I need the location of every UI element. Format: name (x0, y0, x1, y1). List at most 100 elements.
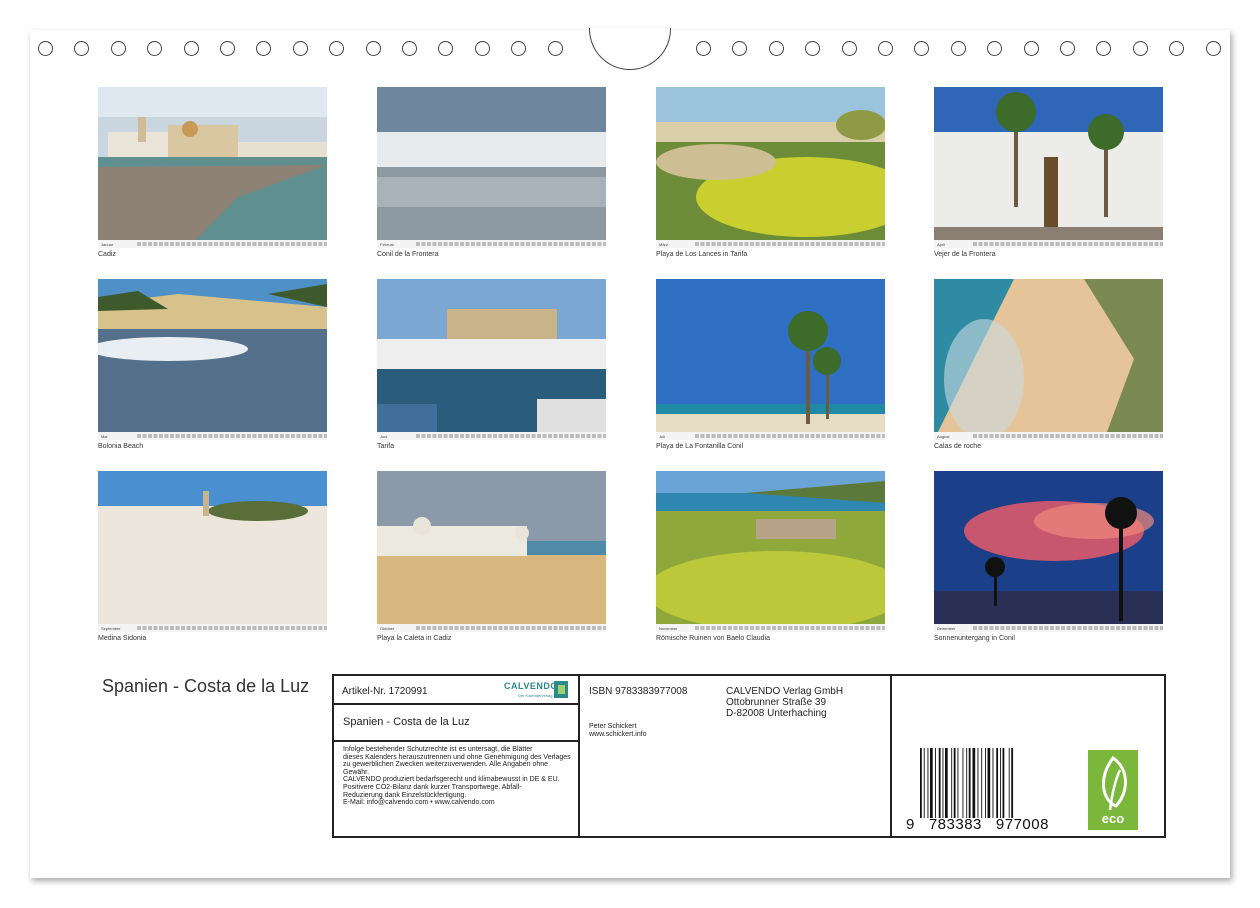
binding-rings (30, 28, 1230, 70)
day-cells (695, 242, 885, 246)
month-name: Dezember (937, 625, 956, 631)
barcode-bar (1008, 748, 1010, 818)
photo-caleta: Oktober (377, 471, 606, 632)
photo-image (656, 471, 885, 632)
photo-caption: Sonnenuntergang in Conil (934, 635, 1015, 642)
publisher-line: CALVENDO Verlag GmbH (726, 686, 844, 697)
barcode-bar (938, 748, 941, 818)
month-strip: Mai (98, 432, 327, 440)
photo-caption: Bolonia Beach (98, 443, 144, 450)
photo-caption: Conil de la Frontera (377, 251, 439, 258)
binding-ring (878, 41, 893, 56)
author-url: www.schickert.info (589, 731, 647, 738)
month-strip: November (656, 624, 885, 632)
month-name: November (659, 625, 678, 631)
month-strip: Februar (377, 240, 606, 248)
barcode-bar (972, 748, 976, 818)
binding-ring (768, 41, 784, 56)
binding-ring (732, 41, 748, 56)
day-cells (137, 434, 327, 438)
calvendo-logo-mark (554, 681, 568, 698)
photo-caption: Playa la Caleta in Cadiz (377, 635, 452, 642)
photo-white-town: September (98, 471, 327, 632)
month-name: Mai (101, 433, 108, 439)
binding-ring (1205, 41, 1221, 56)
product-title: Spanien - Costa de la Luz (343, 716, 470, 728)
day-cells (973, 242, 1163, 246)
publisher-line: Ottobrunner Straße 39 (726, 697, 827, 708)
photo-image (656, 279, 885, 440)
month-name: August (937, 433, 950, 439)
calvendo-logo-sub: Der Kalenderverlag (518, 693, 553, 698)
barcode-bar (923, 748, 925, 818)
legal-line: zu gewerblichen Zwecken weiterzuverwende… (343, 761, 549, 769)
month-name: September (101, 625, 121, 631)
author-name: Peter Schickert (589, 723, 637, 730)
photo-image (934, 471, 1163, 632)
month-name: Januar (101, 241, 114, 247)
binding-ring (38, 41, 53, 56)
month-name: März (659, 241, 668, 247)
barcode-bar (977, 748, 979, 818)
month-strip: Juli (656, 432, 885, 440)
month-strip: September (98, 624, 327, 632)
day-cells (416, 434, 606, 438)
photo-dunes-flowers: März (656, 87, 885, 248)
photo-image (377, 87, 606, 248)
month-strip: August (934, 432, 1163, 440)
info-column-product: Artikel-Nr. 1720991 CALVENDO Der Kalende… (334, 676, 578, 836)
legal-notice: Infolge bestehender Schutzrechte ist es … (343, 746, 575, 807)
day-cells (137, 242, 327, 246)
publisher-address: CALVENDO Verlag GmbH Ottobrunner Straße … (726, 686, 843, 719)
photo-image (934, 279, 1163, 440)
barcode-bar (927, 748, 929, 818)
barcode-bar (942, 748, 944, 818)
binding-ring (183, 41, 199, 56)
photo-caption: Vejer de la Frontera (934, 251, 996, 258)
day-cells (416, 626, 606, 630)
photo-aerial-cove: August (934, 279, 1163, 440)
barcode-bar (992, 748, 994, 818)
legal-line: dieses Kalenders herauszutrennen und ohn… (343, 753, 571, 761)
barcode-bar (957, 748, 959, 818)
binding-ring (805, 41, 821, 56)
binding-ring (256, 41, 272, 56)
barcode-bar (968, 748, 971, 818)
binding-ring (220, 41, 235, 56)
photo-caption: Römische Ruinen von Baelo Claudia (656, 635, 771, 642)
binding-ring (329, 41, 345, 56)
binding-ring (1060, 41, 1075, 56)
month-strip: Dezember (934, 624, 1163, 632)
binding-ring (292, 41, 308, 56)
legal-line: Gewähr. (343, 768, 370, 776)
photo-caption: Medina Sidonia (98, 635, 147, 642)
barcode-bar (1000, 748, 1001, 818)
photo-image (98, 471, 327, 632)
photo-plaza-palms: April (934, 87, 1163, 248)
month-strip: Oktober (377, 624, 606, 632)
binding-ring (950, 41, 966, 56)
info-column-barcode: 9 783383 977008 eco (892, 676, 1164, 836)
photo-caption: Cadiz (98, 251, 116, 258)
binding-ring (547, 41, 563, 56)
photo-reflection-town: Februar (377, 87, 606, 248)
barcode-bar (920, 748, 922, 818)
binding-ring (438, 41, 454, 56)
month-name: Oktober (380, 625, 395, 631)
photo-caption: Playa de Los Lances in Tarifa (656, 251, 748, 258)
legal-line: Reduzierung dank Einzelstückfertigung. (343, 791, 467, 799)
barcode-bar (935, 748, 936, 818)
calvendo-logo-text: CALVENDO (504, 681, 558, 691)
binding-ring (696, 41, 711, 56)
binding-ring (147, 41, 163, 56)
month-strip: Januar (98, 240, 327, 248)
binding-ring (987, 41, 1003, 56)
month-name: Juli (659, 433, 666, 439)
day-cells (695, 626, 885, 630)
binding-ring (365, 41, 381, 56)
photo-harbour: Juni (377, 279, 606, 440)
binding-ring (1096, 41, 1112, 56)
barcode-bar (966, 748, 968, 818)
hanger-cutout (589, 28, 671, 70)
isbn: ISBN 9783383977008 (589, 686, 688, 697)
